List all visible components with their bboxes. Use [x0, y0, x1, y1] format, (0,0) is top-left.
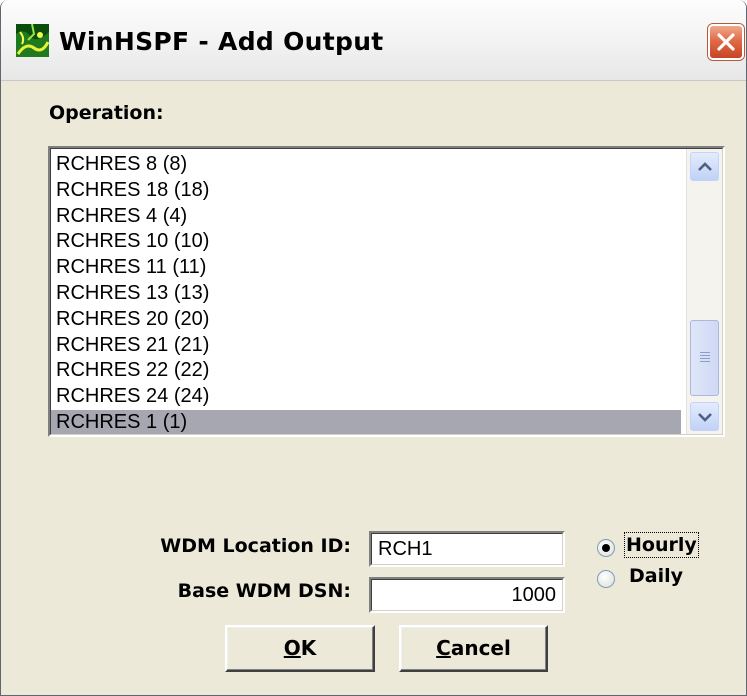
- chevron-down-icon: [698, 413, 712, 422]
- close-button[interactable]: [708, 24, 744, 60]
- wdm-location-id-value: RCH1: [371, 533, 563, 565]
- window-title: WinHSPF - Add Output: [59, 27, 384, 56]
- hourly-radio-label[interactable]: Hourly: [624, 532, 699, 558]
- chevron-up-icon: [698, 162, 712, 171]
- list-item[interactable]: RCHRES 11 (11): [51, 255, 681, 281]
- cancel-mnemonic: C: [436, 636, 451, 660]
- scrollbar-thumb[interactable]: [690, 320, 719, 396]
- list-item[interactable]: RCHRES 1 (1): [51, 409, 681, 434]
- operation-listbox[interactable]: RCHRES 8 (8) RCHRES 18 (18) RCHRES 4 (4) RC…: [48, 146, 725, 437]
- scroll-up-button[interactable]: [690, 152, 719, 181]
- list-item[interactable]: RCHRES 4 (4): [51, 204, 681, 230]
- close-icon: [717, 33, 735, 51]
- list-item[interactable]: RCHRES 22 (22): [51, 358, 681, 384]
- daily-radio[interactable]: [597, 570, 615, 588]
- ok-button[interactable]: OK: [225, 625, 375, 672]
- vertical-scrollbar[interactable]: [686, 149, 722, 434]
- winhspf-app-icon: [16, 24, 49, 57]
- add-output-dialog: WinHSPF - Add Output Operation: RCHRES 8…: [0, 0, 747, 696]
- list-item[interactable]: RCHRES 13 (13): [51, 281, 681, 307]
- wdm-location-id-label: WDM Location ID:: [160, 535, 351, 557]
- list-item[interactable]: RCHRES 18 (18): [51, 178, 681, 204]
- cancel-label-rest: ancel: [450, 636, 511, 660]
- grip-icon: [700, 352, 710, 364]
- operation-list: RCHRES 8 (8) RCHRES 18 (18) RCHRES 4 (4) RC…: [51, 152, 681, 434]
- operation-label: Operation:: [49, 102, 164, 124]
- scroll-down-button[interactable]: [690, 402, 719, 431]
- cancel-button[interactable]: Cancel: [399, 625, 548, 672]
- list-item[interactable]: RCHRES 8 (8): [51, 152, 681, 178]
- list-item[interactable]: RCHRES 24 (24): [51, 384, 681, 410]
- list-item[interactable]: RCHRES 10 (10): [51, 229, 681, 255]
- title-bar[interactable]: WinHSPF - Add Output: [1, 0, 746, 81]
- daily-radio-label[interactable]: Daily: [629, 565, 683, 587]
- base-wdm-dsn-input[interactable]: 1000: [369, 577, 565, 613]
- wdm-location-id-input[interactable]: RCH1: [369, 531, 565, 567]
- base-wdm-dsn-label: Base WDM DSN:: [177, 580, 351, 602]
- list-item[interactable]: RCHRES 21 (21): [51, 333, 681, 359]
- ok-mnemonic: O: [283, 636, 301, 660]
- ok-label-rest: K: [300, 636, 317, 660]
- hourly-radio[interactable]: [597, 539, 615, 557]
- list-item[interactable]: RCHRES 20 (20): [51, 307, 681, 333]
- base-wdm-dsn-value: 1000: [371, 579, 563, 611]
